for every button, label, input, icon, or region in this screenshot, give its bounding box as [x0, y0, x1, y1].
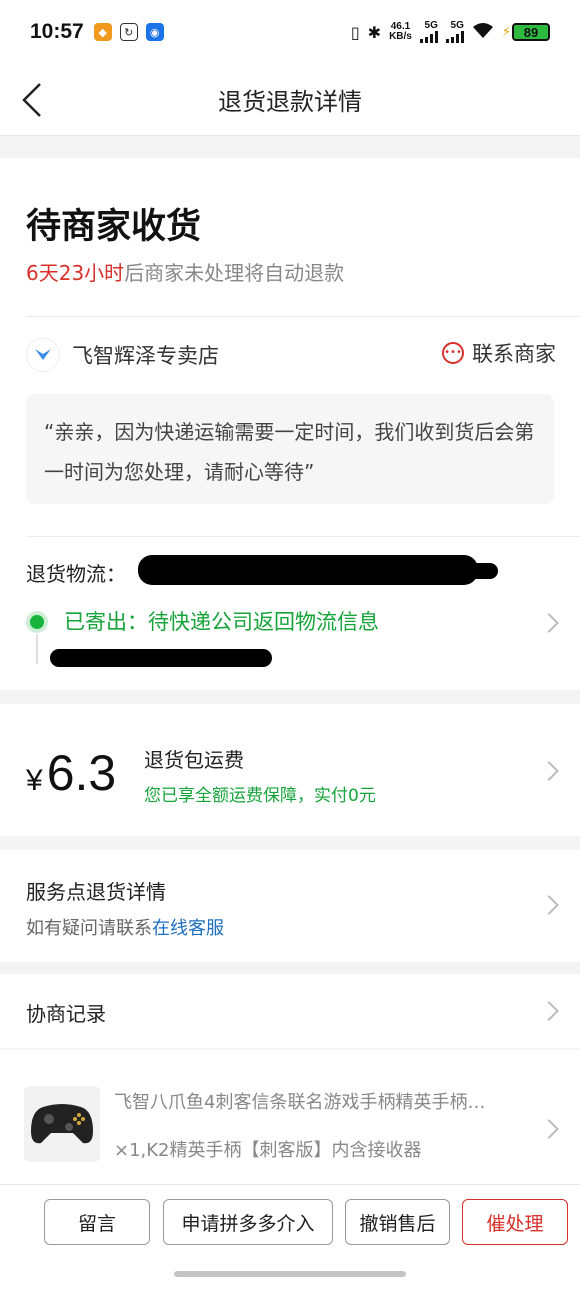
logistics-status-dot: [26, 611, 48, 633]
chevron-right-icon: [539, 895, 559, 915]
product-card[interactable]: 飞智八爪鱼4刺客信条联名游戏手柄精英手柄… ×1,K2精英手柄【刺客版】内含接收…: [0, 1050, 580, 1184]
signal-2: 5G: [445, 20, 464, 43]
countdown: 6天23小时: [26, 261, 125, 285]
shipping-fee-subtitle: 您已享全额运费保障，实付0元: [144, 786, 376, 806]
return-logistics-label: 退货物流：: [26, 562, 126, 586]
negotiation-record-title: 协商记录: [26, 1002, 106, 1026]
redacted-tracking-number-end: [460, 563, 498, 579]
refund-status-title: 待商家收货: [26, 207, 202, 247]
divider: [26, 536, 580, 537]
gamepad-icon: [31, 1104, 93, 1144]
fee-value: 6.3: [46, 745, 117, 801]
contact-merchant-button[interactable]: ••• 联系商家: [442, 338, 556, 368]
divider: [26, 316, 580, 317]
online-service-link[interactable]: 在线客服: [152, 918, 224, 939]
net-speed: 46.1 KB/s: [389, 22, 412, 42]
countdown-suffix: 后商家未处理将自动退款: [124, 261, 345, 285]
status-time: 10:57: [30, 20, 84, 43]
signal-1: 5G: [419, 20, 438, 43]
hotspot-notification-icon: ◉: [145, 23, 164, 41]
status-card: 待商家收货 6天23小时后商家未处理将自动退款 飞智辉泽专卖店 ••• 联系商家…: [0, 158, 580, 690]
nav-bar: 退货退款详情: [0, 64, 580, 136]
signal-2-label: 5G: [450, 20, 464, 31]
redacted-logistics-detail: [50, 649, 272, 667]
home-indicator[interactable]: [174, 1271, 406, 1277]
signal-bars-icon: [445, 31, 464, 43]
shipping-fee-title: 退货包运费: [144, 748, 244, 772]
chevron-right-icon: [539, 761, 559, 781]
request-intervention-button[interactable]: 申请拼多多介入: [163, 1199, 333, 1245]
shipping-fee-amount: ¥6.3: [26, 744, 116, 802]
charging-icon: ⚡: [501, 24, 511, 40]
shop-row[interactable]: 飞智辉泽专卖店: [26, 338, 219, 372]
shop-name: 飞智辉泽专卖店: [72, 344, 219, 368]
action-bar: 留言 申请拼多多介入 撤销售后 催处理: [0, 1184, 580, 1289]
app-notification-icon: ◆: [93, 23, 112, 41]
service-point-card[interactable]: 服务点退货详情 如有疑问请联系在线客服: [0, 850, 580, 962]
negotiation-record-row[interactable]: 协商记录: [0, 974, 580, 1048]
timeline-line: [36, 634, 38, 664]
bluetooth-icon: ✱: [367, 22, 382, 42]
back-button[interactable]: [20, 82, 50, 118]
product-spec: ×1,K2精英手柄【刺客版】内含接收器: [114, 1140, 422, 1161]
signal-1-label: 5G: [424, 20, 438, 31]
chevron-right-icon[interactable]: [539, 613, 559, 633]
service-point-title: 服务点退货详情: [26, 880, 166, 904]
refund-status-subtitle: 6天23小时后商家未处理将自动退款: [26, 257, 344, 286]
sync-notification-icon: ↻: [119, 23, 138, 41]
contact-merchant-label: 联系商家: [472, 342, 556, 366]
chevron-right-icon: [539, 1001, 559, 1021]
battery: ⚡ 89: [502, 23, 550, 41]
chevron-right-icon: [539, 1119, 559, 1139]
product-image: [24, 1086, 100, 1162]
vibrate-icon: ▯: [350, 22, 360, 42]
status-bar: 10:57 ◆ ↻ ◉ ▯ ✱ 46.1 KB/s 5G 5G ⚡ 89: [0, 0, 580, 64]
service-point-sub-prefix: 如有疑问请联系: [26, 918, 152, 939]
logistics-status[interactable]: 已寄出：待快递公司返回物流信息: [64, 606, 379, 636]
wifi-icon: [472, 22, 494, 43]
service-point-subtitle: 如有疑问请联系在线客服: [26, 914, 224, 940]
merchant-message: “亲亲，因为快递运输需要一定时间，我们收到货后会第一时间为您处理，请耐心等待”: [26, 394, 554, 504]
shop-logo: [26, 338, 60, 372]
cancel-after-sale-button[interactable]: 撤销售后: [345, 1199, 450, 1245]
urge-processing-button[interactable]: 催处理: [462, 1199, 568, 1245]
redacted-tracking-number: [138, 555, 478, 585]
product-name: 飞智八爪鱼4刺客信条联名游戏手柄精英手柄…: [114, 1092, 486, 1113]
chevron-left-icon: [22, 83, 41, 117]
leave-message-button[interactable]: 留言: [44, 1199, 150, 1245]
currency-symbol: ¥: [26, 764, 43, 797]
page-title: 退货退款详情: [218, 88, 362, 116]
net-speed-unit: KB/s: [389, 31, 412, 42]
chat-icon: •••: [442, 342, 464, 364]
shipping-fee-card[interactable]: ¥6.3 退货包运费 您已享全额运费保障，实付0元: [0, 704, 580, 836]
signal-bars-icon: [419, 31, 438, 43]
battery-level: 89: [512, 23, 550, 41]
